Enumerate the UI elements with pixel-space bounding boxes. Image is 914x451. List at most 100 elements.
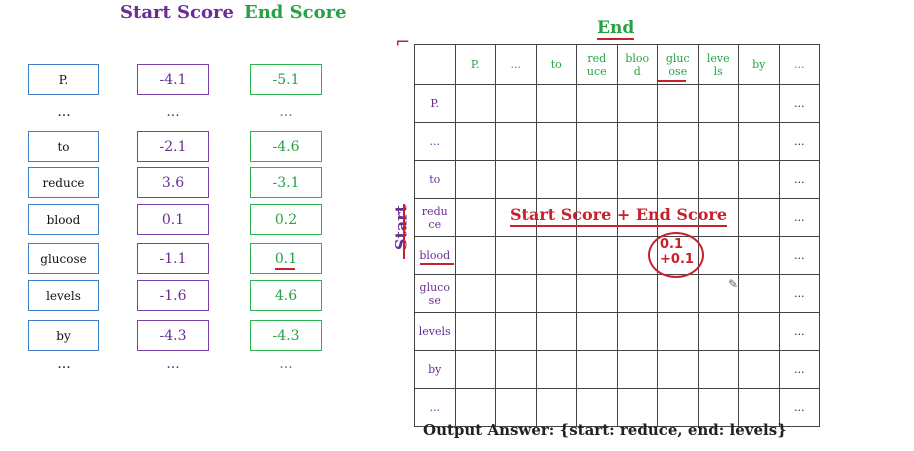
start-axis-label: Start [391, 204, 411, 251]
matrix-cell: ... [778, 350, 820, 389]
matrix-cell [616, 350, 658, 389]
matrix-cell [657, 312, 699, 351]
matrix-cell [535, 274, 577, 313]
end-score-cell: 0.2 [250, 204, 322, 235]
matrix-cell [576, 84, 618, 123]
start-score-cell: -2.1 [137, 131, 209, 162]
token-cell: P. [28, 64, 99, 95]
matrix-cell [454, 198, 496, 237]
matrix-cell [657, 350, 699, 389]
glucose-underline [658, 80, 686, 82]
matrix-cell [535, 312, 577, 351]
column-header: ... [778, 44, 820, 85]
column-header: P. [454, 44, 496, 85]
matrix-cell [495, 84, 537, 123]
matrix-cell [454, 236, 496, 275]
matrix-cell [576, 274, 618, 313]
matrix-cell [576, 312, 618, 351]
matrix-cell [576, 236, 618, 275]
matrix-cell [576, 122, 618, 161]
matrix-cell [535, 84, 577, 123]
matrix-cell [657, 122, 699, 161]
matrix-cell [495, 350, 537, 389]
start-score-cell: -1.6 [137, 280, 209, 311]
start-score-header: Start Score [120, 2, 234, 23]
end-score-cell: ... [279, 356, 293, 372]
start-score-cell: -4.3 [137, 320, 209, 351]
token-cell: glucose [28, 243, 99, 274]
start-score-cell: -4.1 [137, 64, 209, 95]
end-score-cell: -3.1 [250, 167, 322, 198]
matrix-cell [738, 160, 780, 199]
start-score-cell: 0.1 [137, 204, 209, 235]
matrix-cell: ... [778, 160, 820, 199]
matrix-cell [738, 122, 780, 161]
start-axis-underline [403, 204, 405, 259]
start-score-cell: ... [166, 356, 180, 372]
matrix-cell [616, 160, 658, 199]
matrix-cell: ... [778, 274, 820, 313]
end-score-header: End Score [244, 2, 347, 23]
row-header: to [414, 160, 456, 199]
matrix-cell [616, 274, 658, 313]
matrix-cell [738, 274, 780, 313]
end-score-cell: -4.6 [250, 131, 322, 162]
matrix-cell [697, 350, 739, 389]
matrix-cell [616, 312, 658, 351]
token-cell: to [28, 131, 99, 162]
matrix-cell: ... [778, 122, 820, 161]
matrix-cell [454, 160, 496, 199]
end-score-underline [275, 268, 295, 270]
row-header: redu ce [414, 198, 456, 237]
pen-mark: ⌐ [395, 32, 411, 53]
matrix-cell [697, 122, 739, 161]
sum-line-2: +0.1 [660, 252, 694, 267]
matrix-cell [657, 84, 699, 123]
start-score-cell: ... [166, 104, 180, 120]
matrix-cell [454, 122, 496, 161]
row-header: by [414, 350, 456, 389]
matrix-cell: ... [778, 198, 820, 237]
matrix-cell [738, 236, 780, 275]
token-cell: ... [57, 356, 71, 372]
column-header: by [738, 44, 780, 85]
start-score-cell: 3.6 [137, 167, 209, 198]
matrix-cell [697, 84, 739, 123]
matrix-cell [495, 236, 537, 275]
token-cell: levels [28, 280, 99, 311]
matrix-cell [454, 84, 496, 123]
row-header: ... [414, 122, 456, 161]
row-header: gluco se [414, 274, 456, 313]
matrix-cell [495, 160, 537, 199]
matrix-cell [454, 274, 496, 313]
token-cell: by [28, 320, 99, 351]
column-header: ... [495, 44, 537, 85]
matrix-cell [657, 160, 699, 199]
token-cell: blood [28, 204, 99, 235]
column-header: leve ls [697, 44, 739, 85]
matrix-cell [576, 160, 618, 199]
sum-annotation: Start Score + End Score [510, 205, 727, 227]
end-score-cell: 4.6 [250, 280, 322, 311]
sum-values: 0.1 +0.1 [660, 237, 694, 267]
end-score-cell: ... [279, 104, 293, 120]
token-cell: ... [57, 104, 71, 120]
column-header: to [535, 44, 577, 85]
pen-cursor-icon: ✎ [728, 277, 739, 291]
end-axis-label: End [597, 18, 635, 40]
column-header: gluc ose [657, 44, 699, 85]
matrix-cell [495, 122, 537, 161]
matrix-cell [576, 350, 618, 389]
matrix-cell [454, 312, 496, 351]
matrix-cell [697, 312, 739, 351]
sum-line-1: 0.1 [660, 237, 684, 252]
matrix-cell [535, 122, 577, 161]
matrix-cell [616, 122, 658, 161]
column-header: red uce [576, 44, 618, 85]
matrix-cell [535, 160, 577, 199]
matrix-cell [495, 312, 537, 351]
row-header: levels [414, 312, 456, 351]
end-score-cell: -5.1 [250, 64, 322, 95]
matrix-cell [657, 274, 699, 313]
matrix-cell: ... [778, 236, 820, 275]
